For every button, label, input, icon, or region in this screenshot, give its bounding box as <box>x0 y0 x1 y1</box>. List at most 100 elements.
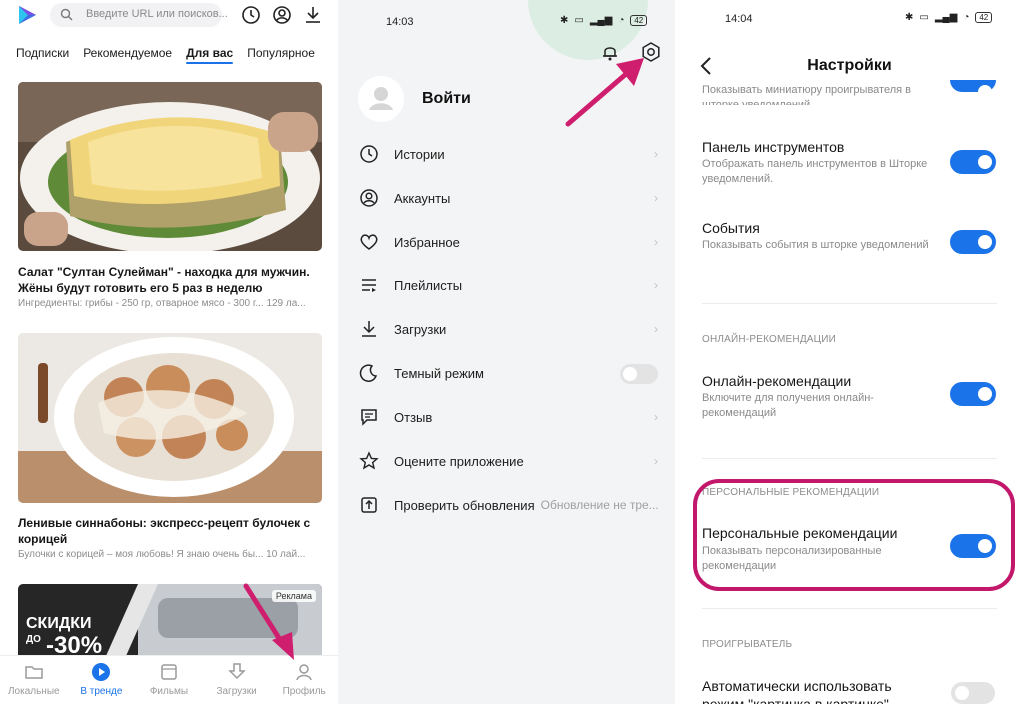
browser-feed-screen: Введите URL или поисков... Подписки Реко… <box>0 0 338 704</box>
toolbar-toggle[interactable] <box>950 150 996 174</box>
playlist-icon <box>362 279 376 292</box>
battery-icon: 42 <box>630 15 648 26</box>
card-title[interactable]: Салат "Султан Сулейман" - находка для му… <box>18 264 324 296</box>
history-icon[interactable] <box>240 4 262 26</box>
setting-description: Показывать события в шторке уведомлений <box>702 239 929 251</box>
setting-description: Отображать панель инструментов в Шторке … <box>702 158 928 185</box>
decorative-circle <box>528 0 648 60</box>
card-title[interactable]: Ленивые синнабоны: экспресс-рецепт булоч… <box>18 515 324 547</box>
chevron-right-icon: › <box>654 410 658 424</box>
history-icon <box>360 145 378 163</box>
divider <box>702 303 997 304</box>
chevron-right-icon: › <box>654 147 658 161</box>
signal-icon: ▂▄▆ <box>589 15 613 26</box>
nav-downloads[interactable]: Загрузки <box>203 656 271 704</box>
nav-label: В тренде <box>80 686 123 697</box>
menu-item-label: Плейлисты <box>394 277 463 293</box>
account-icon[interactable] <box>271 4 293 26</box>
bluetooth-icon: ✱ <box>560 15 569 26</box>
menu-item-label: Избранное <box>394 234 460 250</box>
menu-item-label: Загрузки <box>394 321 447 337</box>
tab-for-you[interactable]: Для вас <box>186 46 234 64</box>
setting-title: Автоматически использовать <box>702 678 892 694</box>
download-icon[interactable] <box>302 4 324 26</box>
divider <box>702 608 997 609</box>
status-icons: ✱ ▭ ▂▄▆ ◔ 42 <box>905 12 993 23</box>
pip-toggle[interactable] <box>951 682 995 704</box>
search-icon <box>60 8 73 21</box>
feed-tabs: Подписки Рекомендуемое Для вас Популярно… <box>16 46 315 64</box>
bottom-navigation: Локальные В тренде Фильмы Загрузки Профи… <box>0 655 338 704</box>
tab-subscriptions[interactable]: Подписки <box>16 46 69 60</box>
highlight-outline <box>693 479 1015 591</box>
events-toggle[interactable] <box>950 230 996 254</box>
account-icon <box>360 189 378 207</box>
tab-popular[interactable]: Популярное <box>247 46 315 60</box>
menu-item-playlists[interactable]: Плейлисты › <box>358 273 658 297</box>
menu-item-label: Аккаунты <box>394 190 451 206</box>
menu-item-accounts[interactable]: Аккаунты › <box>358 186 658 210</box>
divider <box>702 458 997 459</box>
menu-item-rate-app[interactable]: Оцените приложение › <box>358 449 658 473</box>
chevron-right-icon: › <box>654 322 658 336</box>
chevron-right-icon: › <box>654 454 658 468</box>
tab-recommended[interactable]: Рекомендуемое <box>83 46 172 60</box>
settings-screen: 14:04 ✱ ▭ ▂▄▆ ◔ 42 Настройки Показывать … <box>675 0 1024 704</box>
feedback-icon <box>361 409 377 426</box>
chevron-right-icon: › <box>654 235 658 249</box>
setting-toggle[interactable] <box>950 80 996 99</box>
menu-item-check-updates[interactable]: Проверить обновления Обновление не тре..… <box>358 493 658 517</box>
profile-menu-screen: 14:03 ✱ ▭ ▂▄▆ ◔ 42 Войти Истории › Аккау… <box>338 0 675 704</box>
bell-icon[interactable] <box>600 42 620 62</box>
menu-item-favorites[interactable]: Избранное › <box>358 230 658 254</box>
avatar[interactable] <box>358 76 404 122</box>
dark-mode-toggle[interactable] <box>620 364 658 384</box>
nav-label: Фильмы <box>149 686 189 697</box>
nav-trending[interactable]: В тренде <box>68 656 136 704</box>
star-icon <box>359 451 379 470</box>
setting-title: Панель инструментов <box>702 139 845 155</box>
section-header: ПРОИГРЫВАТЕЛЬ <box>702 639 793 650</box>
signal-icon: ▂▄▆ <box>934 12 958 23</box>
vibrate-icon: ▭ <box>919 12 929 23</box>
section-header: ОНЛАЙН-РЕКОМЕНДАЦИИ <box>702 334 837 345</box>
menu-item-downloads[interactable]: Загрузки › <box>358 317 658 341</box>
annotation-arrow <box>565 58 644 127</box>
menu-item-label: Оцените приложение <box>394 453 524 469</box>
nav-label: Локальные <box>7 686 60 697</box>
salad-thumbnail[interactable] <box>18 82 322 251</box>
menu-item-label: Истории <box>394 146 445 162</box>
battery-icon: 42 <box>975 12 993 23</box>
card-subtitle: Булочки с корицей – моя любовь! Я знаю о… <box>18 549 306 560</box>
app-logo-icon[interactable] <box>16 4 38 26</box>
menu-item-history[interactable]: Истории › <box>358 142 658 166</box>
wifi-icon: ◔ <box>963 12 970 23</box>
online-recommendations-toggle[interactable] <box>950 382 996 406</box>
search-placeholder: Введите URL или поисков... <box>86 8 228 20</box>
folder-icon <box>25 666 43 679</box>
ad-discount: -30% <box>46 632 103 656</box>
chevron-right-icon: › <box>654 278 658 292</box>
nav-local[interactable]: Локальные <box>0 656 68 704</box>
nav-profile[interactable]: Профиль <box>270 656 338 704</box>
status-time: 14:04 <box>725 13 753 25</box>
nav-label: Профиль <box>282 686 326 697</box>
gear-icon[interactable] <box>640 41 662 63</box>
ad-headline: СКИДКИ <box>26 615 92 632</box>
person-icon <box>296 664 312 681</box>
vibrate-icon: ▭ <box>574 15 584 26</box>
menu-item-dark-mode: Темный режим <box>358 361 658 385</box>
ad-banner[interactable]: СКИДКИ ДО -30% Реклама <box>18 584 322 656</box>
setting-description: Включите для получения онлайн-рекомендац… <box>702 392 874 419</box>
ad-badge: Реклама <box>271 590 316 602</box>
menu-item-value: Обновление не тре... <box>540 498 658 512</box>
menu-item-feedback[interactable]: Отзыв › <box>358 405 658 429</box>
login-button[interactable]: Войти <box>422 90 471 108</box>
page-title: Настройки <box>807 57 892 74</box>
menu-item-label: Отзыв <box>394 409 433 425</box>
nav-movies[interactable]: Фильмы <box>135 656 203 704</box>
ad-headline-prefix: ДО <box>26 634 41 645</box>
chevron-right-icon: › <box>654 191 658 205</box>
cinnabon-thumbnail[interactable] <box>18 333 322 503</box>
search-input[interactable]: Введите URL или поисков... <box>50 3 228 27</box>
